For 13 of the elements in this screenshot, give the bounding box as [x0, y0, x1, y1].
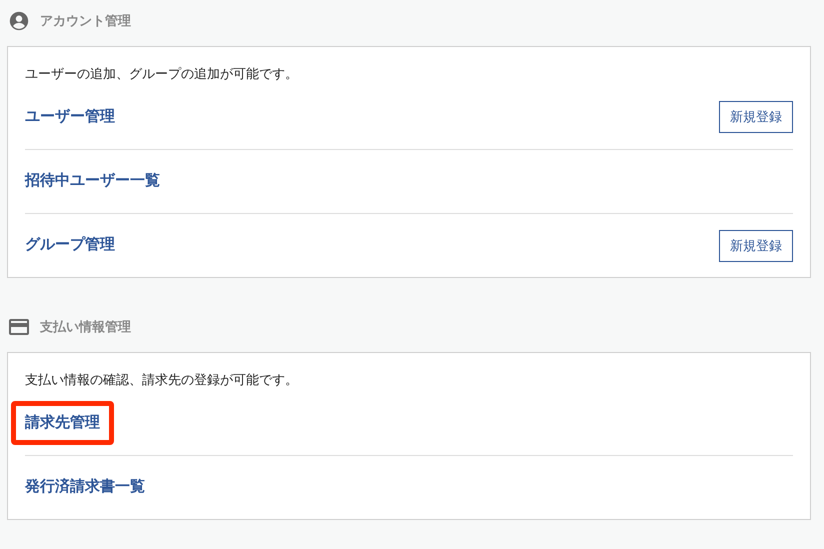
section-title: 支払い情報管理	[40, 318, 131, 336]
menu-link[interactable]: 請求先管理	[11, 400, 114, 446]
register-button[interactable]: 新規登録	[719, 101, 793, 133]
section-description: 支払い情報の確認、請求先の登録が可能です。	[25, 371, 299, 389]
menu-link[interactable]: 発行済請求書一覧	[25, 476, 145, 499]
user-icon	[8, 10, 30, 32]
section-description: ユーザーの追加、グループの追加が可能です。	[25, 65, 299, 83]
menu-link[interactable]: 招待中ユーザー一覧	[25, 170, 160, 193]
register-button[interactable]: 新規登録	[719, 230, 793, 262]
menu-link[interactable]: ユーザー管理	[25, 106, 115, 128]
section-title: アカウント管理	[40, 12, 131, 30]
credit-card-icon	[8, 318, 30, 336]
menu-link[interactable]: グループ管理	[25, 234, 115, 257]
